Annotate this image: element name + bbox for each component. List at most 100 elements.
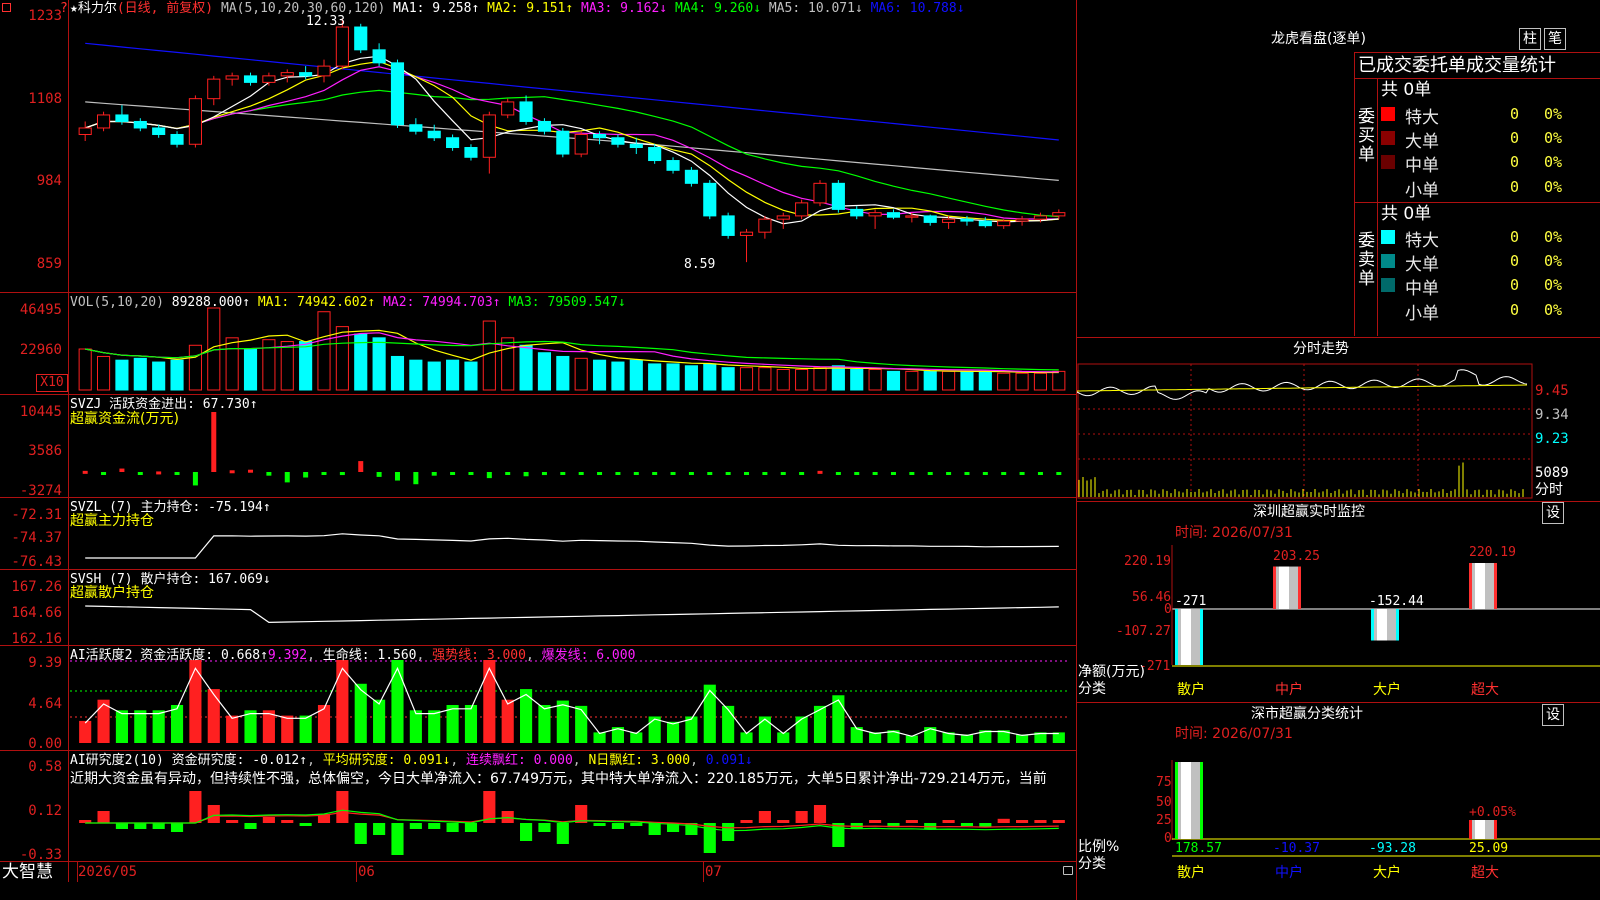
candle-body — [519, 101, 533, 122]
ai-active-bar — [189, 660, 202, 743]
volume-bar — [188, 344, 202, 391]
ma4-line — [85, 89, 1059, 218]
dragon-table-title: 已成交委托单成交量统计 — [1358, 55, 1556, 76]
svzj-bar — [101, 472, 107, 475]
classify-cat: 散户 — [1177, 865, 1205, 881]
divider — [1355, 52, 1600, 53]
ai-research-bar — [1034, 820, 1047, 823]
pane-divider — [0, 394, 1077, 395]
candle-body — [96, 114, 111, 129]
classify-settings-button[interactable]: 设 — [1542, 704, 1564, 726]
volume-bar — [942, 370, 956, 391]
divider — [1077, 337, 1600, 338]
classify-bar-highlight — [1181, 762, 1191, 839]
ai-active-bar — [134, 710, 147, 743]
sell-swatch — [1381, 230, 1395, 244]
pane-divider — [0, 497, 1077, 498]
candle-body — [464, 147, 478, 158]
candle-body — [978, 220, 992, 227]
classify-cat: 超大 — [1471, 865, 1499, 881]
xaxis-label: 2026/05 — [78, 864, 138, 880]
svzj-bar — [872, 472, 878, 475]
svzj-bar — [486, 472, 492, 479]
volume-bar — [133, 357, 147, 391]
monitor-settings-button[interactable]: 设 — [1542, 502, 1564, 524]
svzj-bar — [450, 472, 456, 475]
xaxis-label: 06 — [358, 864, 375, 880]
classify-cat: 中户 — [1275, 865, 1303, 881]
svzl-tick: -72.31 — [11, 507, 62, 523]
svzj-bar — [284, 472, 290, 483]
classify-value: 25.09 — [1469, 841, 1509, 856]
volume-bar — [905, 370, 919, 391]
monitor-bar-edge — [1298, 566, 1301, 609]
svzj-bar — [652, 472, 658, 475]
svzj-bar — [248, 469, 254, 473]
volume-bar — [923, 370, 937, 391]
candle-body — [831, 182, 845, 210]
classify-unit: 比例% — [1078, 839, 1120, 855]
ai-research-bar — [262, 817, 275, 823]
classify-title: 深市超赢分类统计 — [1251, 706, 1363, 722]
ai-active-life: 生命线: 1.560 — [322, 648, 417, 663]
svzj-bar — [339, 472, 345, 476]
ai-research-bar — [648, 823, 661, 835]
monitor-bar-edge — [1175, 609, 1178, 665]
lock-icon[interactable] — [1063, 866, 1073, 875]
ai-active-bar — [575, 705, 588, 743]
column-mode-button[interactable]: 柱 — [1519, 28, 1541, 50]
svzj-bar — [468, 472, 474, 475]
volume-bar — [96, 355, 111, 391]
volume-bar — [446, 359, 460, 391]
svzj-bar — [817, 470, 823, 474]
buy-row-name: 中单 — [1405, 156, 1439, 176]
pen-mode-button[interactable]: 笔 — [1544, 28, 1566, 50]
candle-body — [1033, 215, 1048, 220]
buy-row-pct: 0% — [1544, 153, 1563, 171]
app-logo[interactable]: 大智慧 — [2, 862, 53, 882]
intraday-title[interactable]: 分时走势 — [1293, 342, 1349, 357]
svzj-bar — [505, 472, 511, 475]
ai-active-bar — [538, 704, 551, 743]
xaxis-tick — [77, 862, 78, 882]
buy-swatch — [1381, 107, 1395, 121]
buy-row-count: 0 — [1510, 129, 1520, 147]
svzj-bar — [1037, 472, 1043, 475]
volume-bar — [868, 369, 882, 391]
volume-bar — [299, 341, 313, 391]
classify-bar-edge — [1200, 762, 1203, 839]
period-label[interactable]: (日线, 前复权) — [117, 1, 213, 16]
svzj-bar — [560, 472, 566, 475]
kline-area[interactable]: ? ★科力尔(日线, 前复权) MA(5,10,20,30,60,120) MA… — [0, 0, 1077, 900]
candle-body — [1052, 212, 1066, 217]
sell-swatch — [1381, 278, 1395, 292]
ai-research-bar — [244, 823, 257, 829]
high-annotation: 12.33 — [306, 14, 346, 29]
monitor-cat: 散户 — [1177, 682, 1205, 698]
ai-active-bar — [152, 710, 165, 743]
ai-active-bar — [226, 715, 239, 743]
monitor-bar-highlight — [1475, 563, 1485, 609]
ai-research-tick: 0.58 — [28, 759, 62, 775]
svsh-sub: 超赢散户持仓 — [70, 585, 154, 601]
svzj-bar — [688, 472, 694, 475]
vol-ma3: MA3: 79509.547↓ — [508, 295, 626, 310]
monitor-bar-highlight — [1377, 609, 1387, 641]
ai-active-bar — [722, 705, 735, 743]
candle-body — [776, 215, 790, 220]
ai-research-comment: 近期大资金虽有异动，但持续性不强，总体偏空，今日大单净流入：67.749万元，其… — [70, 771, 1047, 787]
candle-body — [335, 26, 349, 67]
volume-bar — [997, 372, 1011, 391]
candle-body — [721, 215, 735, 236]
ai-active-bar — [795, 716, 808, 743]
vol-ma2: MA2: 74994.703↑ — [383, 295, 501, 310]
svzj-bar — [578, 472, 584, 475]
ai-active-bar — [666, 721, 680, 743]
svzl-tick: -74.37 — [11, 530, 62, 546]
ai-research-bar — [152, 823, 165, 829]
svzj-bar — [597, 472, 603, 475]
svzj-bar — [633, 472, 639, 475]
stock-name[interactable]: ★科力尔 — [70, 1, 117, 16]
ai-research-bar — [281, 820, 294, 823]
xaxis-label: 07 — [705, 864, 722, 880]
